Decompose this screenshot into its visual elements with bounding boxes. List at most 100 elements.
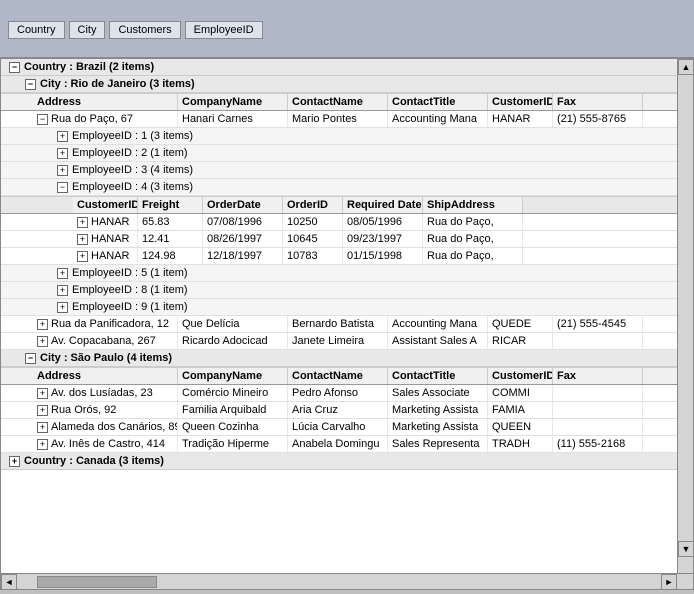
expand-canada[interactable]: + [9, 456, 20, 467]
sp-col-address: Address [33, 368, 178, 384]
sp-col-contact: ContactName [288, 368, 388, 384]
cell-title2: Accounting Mana [388, 316, 488, 332]
expand-tradh[interactable]: + [37, 439, 48, 450]
scroll-up-arrow[interactable]: ▲ [678, 59, 694, 75]
cell-fax2: (21) 555-4545 [553, 316, 643, 332]
rio-label: City : Rio de Janeiro (3 items) [40, 78, 195, 90]
emp-group-8[interactable]: + EmployeeID : 8 (1 item) [1, 282, 693, 299]
order-id2: 10645 [283, 231, 343, 247]
sp-cell-custid2: FAMIA [488, 402, 553, 418]
expand-quede[interactable]: + [37, 319, 48, 330]
sp-cell-contact3: Lúcia Carvalho [288, 419, 388, 435]
expand-queen[interactable]: + [37, 422, 48, 433]
emp-group-2[interactable]: + EmployeeID : 2 (1 item) [1, 145, 693, 162]
order-date2: 08/26/1997 [203, 231, 283, 247]
sp-cell-custid4: TRADH [488, 436, 553, 452]
sp-cell-contact1: Pedro Afonso [288, 385, 388, 401]
scroll-left-arrow[interactable]: ◄ [1, 574, 17, 590]
emp-group-5[interactable]: + EmployeeID : 5 (1 item) [1, 265, 693, 282]
sp-cell-contact4: Anabela Domingu [288, 436, 388, 452]
sp-cell-fax1 [553, 385, 643, 401]
col-fax: Fax [553, 94, 643, 110]
scrollbar-right[interactable]: ▲ ▼ [677, 59, 693, 573]
sp-col-custid: CustomerID [488, 368, 553, 384]
order-ship3: Rua do Paço, [423, 248, 523, 264]
sp-row-4: + Av. Inês de Castro, 414 Tradição Hiper… [1, 436, 693, 453]
sp-row-2: + Rua Orós, 92 Familia Arquibald Aria Cr… [1, 402, 693, 419]
sp-cell-fax2 [553, 402, 643, 418]
order-id: 10250 [283, 214, 343, 230]
cell-contact: Mario Pontes [288, 111, 388, 127]
order-reqdate2: 09/23/1997 [343, 231, 423, 247]
expand-rio[interactable]: − [25, 79, 36, 90]
sp-row-3: + Alameda dos Canários, 891 Queen Cozinh… [1, 419, 693, 436]
expand-order3[interactable]: + [77, 251, 88, 262]
header-bar: Country City Customers EmployeeID [0, 0, 694, 58]
rio-col-headers: Address CompanyName ContactName ContactT… [1, 93, 693, 111]
cell-custid: HANAR [488, 111, 553, 127]
sub-col-reqdate: Required Date [343, 197, 423, 213]
emp-group-9[interactable]: + EmployeeID : 9 (1 item) [1, 299, 693, 316]
expand-brazil[interactable]: − [9, 62, 20, 73]
emp-group-1[interactable]: + EmployeeID : 1 (3 items) [1, 128, 693, 145]
emp-group-4[interactable]: − EmployeeID : 4 (3 items) [1, 179, 693, 196]
expand-emp1[interactable]: + [57, 131, 68, 142]
tag-city[interactable]: City [69, 21, 106, 39]
scrollbar-bottom[interactable]: ◄ ► [1, 573, 693, 589]
order-freight3: 124.98 [138, 248, 203, 264]
sp-cell-company2: Familia Arquibald [178, 402, 288, 418]
cell-address3: + Av. Copacabana, 267 [33, 333, 178, 349]
sp-cell-custid1: COMMI [488, 385, 553, 401]
expand-order2[interactable]: + [77, 234, 88, 245]
order-date: 07/08/1996 [203, 214, 283, 230]
expand-emp2[interactable]: + [57, 148, 68, 159]
group-canada[interactable]: + Country : Canada (3 items) [1, 453, 693, 470]
canada-label: Country : Canada (3 items) [24, 455, 164, 467]
cell-fax: (21) 555-8765 [553, 111, 643, 127]
sub-col-freight: Freight [138, 197, 203, 213]
cell-contact3: Janete Limeira [288, 333, 388, 349]
tag-country[interactable]: Country [8, 21, 65, 39]
order-id3: 10783 [283, 248, 343, 264]
order-custid: + HANAR [73, 214, 138, 230]
table-row: − Rua do Paço, 67 Hanari Carnes Mario Po… [1, 111, 693, 128]
sp-col-fax: Fax [553, 368, 643, 384]
expand-emp5[interactable]: + [57, 268, 68, 279]
scroll-right-arrow[interactable]: ► [661, 574, 677, 590]
order-row-3: + HANAR 124.98 12/18/1997 10783 01/15/19… [1, 248, 693, 265]
expand-emp8[interactable]: + [57, 285, 68, 296]
group-saopaulo[interactable]: − City : São Paulo (4 items) [1, 350, 693, 367]
expand-emp9[interactable]: + [57, 302, 68, 313]
order-custid2: + HANAR [73, 231, 138, 247]
expand-hanar[interactable]: − [37, 114, 48, 125]
sp-cell-title3: Marketing Assista [388, 419, 488, 435]
tag-employeeid[interactable]: EmployeeID [185, 21, 263, 39]
emp-group-3[interactable]: + EmployeeID : 3 (4 items) [1, 162, 693, 179]
cell-title3: Assistant Sales A [388, 333, 488, 349]
order-row-1: + HANAR 65.83 07/08/1996 10250 08/05/199… [1, 214, 693, 231]
expand-saopaulo[interactable]: − [25, 353, 36, 364]
brazil-label: Country : Brazil (2 items) [24, 61, 154, 73]
group-rio[interactable]: − City : Rio de Janeiro (3 items) [1, 76, 693, 93]
saopaulo-label: City : São Paulo (4 items) [40, 352, 172, 364]
cell-address: − Rua do Paço, 67 [33, 111, 178, 127]
tag-customers[interactable]: Customers [109, 21, 180, 39]
orders-col-headers: CustomerID Freight OrderDate OrderID Req… [1, 196, 693, 214]
scroll-area[interactable]: − Country : Brazil (2 items) − City : Ri… [1, 59, 693, 589]
scroll-thumb-horizontal[interactable] [37, 576, 157, 588]
expand-order1[interactable]: + [77, 217, 88, 228]
group-brazil[interactable]: − Country : Brazil (2 items) [1, 59, 693, 76]
sp-col-headers: Address CompanyName ContactName ContactT… [1, 367, 693, 385]
order-reqdate: 08/05/1996 [343, 214, 423, 230]
expand-famia[interactable]: + [37, 405, 48, 416]
scroll-down-arrow[interactable]: ▼ [678, 541, 694, 557]
expand-ricar[interactable]: + [37, 336, 48, 347]
sp-cell-title1: Sales Associate [388, 385, 488, 401]
order-freight2: 12.41 [138, 231, 203, 247]
order-freight: 65.83 [138, 214, 203, 230]
expand-emp4[interactable]: − [57, 182, 68, 193]
expand-commi[interactable]: + [37, 388, 48, 399]
sp-cell-company3: Queen Cozinha [178, 419, 288, 435]
expand-emp3[interactable]: + [57, 165, 68, 176]
col-custid: CustomerID [488, 94, 553, 110]
